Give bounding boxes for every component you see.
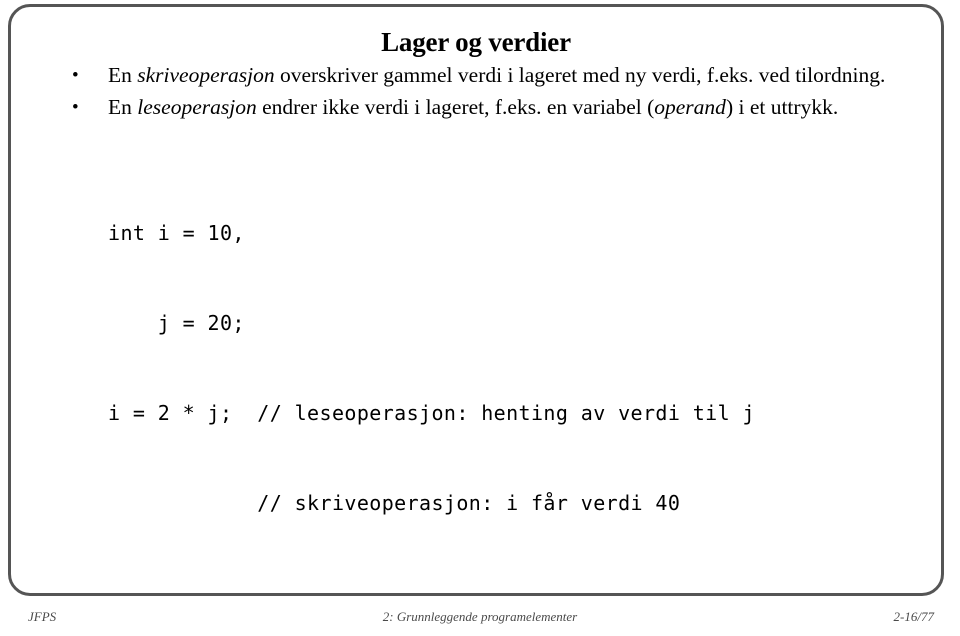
presentation-slide: Lager og verdier • En skriveoperasjon ov… — [0, 0, 960, 636]
slide-title: Lager og verdier — [381, 27, 571, 57]
bullet-item-2-text: En leseoperasjon endrer ikke verdi i lag… — [108, 95, 838, 119]
slide-content-area: Lager og verdier • En skriveoperasjon ov… — [8, 4, 944, 596]
bullet-item-1: • En skriveoperasjon overskriver gammel … — [8, 62, 944, 89]
bullet-item-1-text: En skriveoperasjon overskriver gammel ve… — [108, 63, 885, 87]
bullet-item-2: • En leseoperasjon endrer ikke verdi i l… — [8, 94, 944, 121]
footer-page-number: 2-16/77 — [893, 609, 934, 624]
bullet-2-segment-3: endrer ikke verdi i lageret, f.eks. en v… — [256, 95, 655, 119]
code-sample-block: int i = 10, j = 20; i = 2 * j; // leseop… — [108, 158, 755, 578]
bullet-point-icon: • — [72, 65, 79, 86]
code-line-3: i = 2 * j; // leseoperasjon: henting av … — [108, 401, 755, 425]
bullet-1-segment-2-emphasis: skriveoperasjon — [137, 63, 275, 87]
bullet-2-segment-2-emphasis: leseoperasjon — [137, 95, 257, 119]
slide-footer: JFPS 2: Grunnleggende programelementer 2… — [0, 606, 960, 636]
code-line-4: // skriveoperasjon: i får verdi 40 — [108, 491, 681, 515]
code-line-2: j = 20; — [108, 311, 245, 335]
code-line-1: int i = 10, — [108, 221, 245, 245]
bullet-point-icon: • — [72, 97, 79, 118]
bullet-2-segment-4-emphasis: operand — [654, 95, 726, 119]
bullet-2-segment-5: ) i et uttrykk. — [725, 95, 839, 119]
footer-chapter-title: 2: Grunnleggende programelementer — [382, 609, 578, 624]
bullet-list: • En skriveoperasjon overskriver gammel … — [8, 62, 944, 126]
bullet-2-segment-1: En — [108, 95, 138, 119]
bullet-1-segment-3: overskriver gammel verdi i lageret med n… — [274, 63, 886, 87]
bullet-1-segment-1: En — [108, 63, 138, 87]
